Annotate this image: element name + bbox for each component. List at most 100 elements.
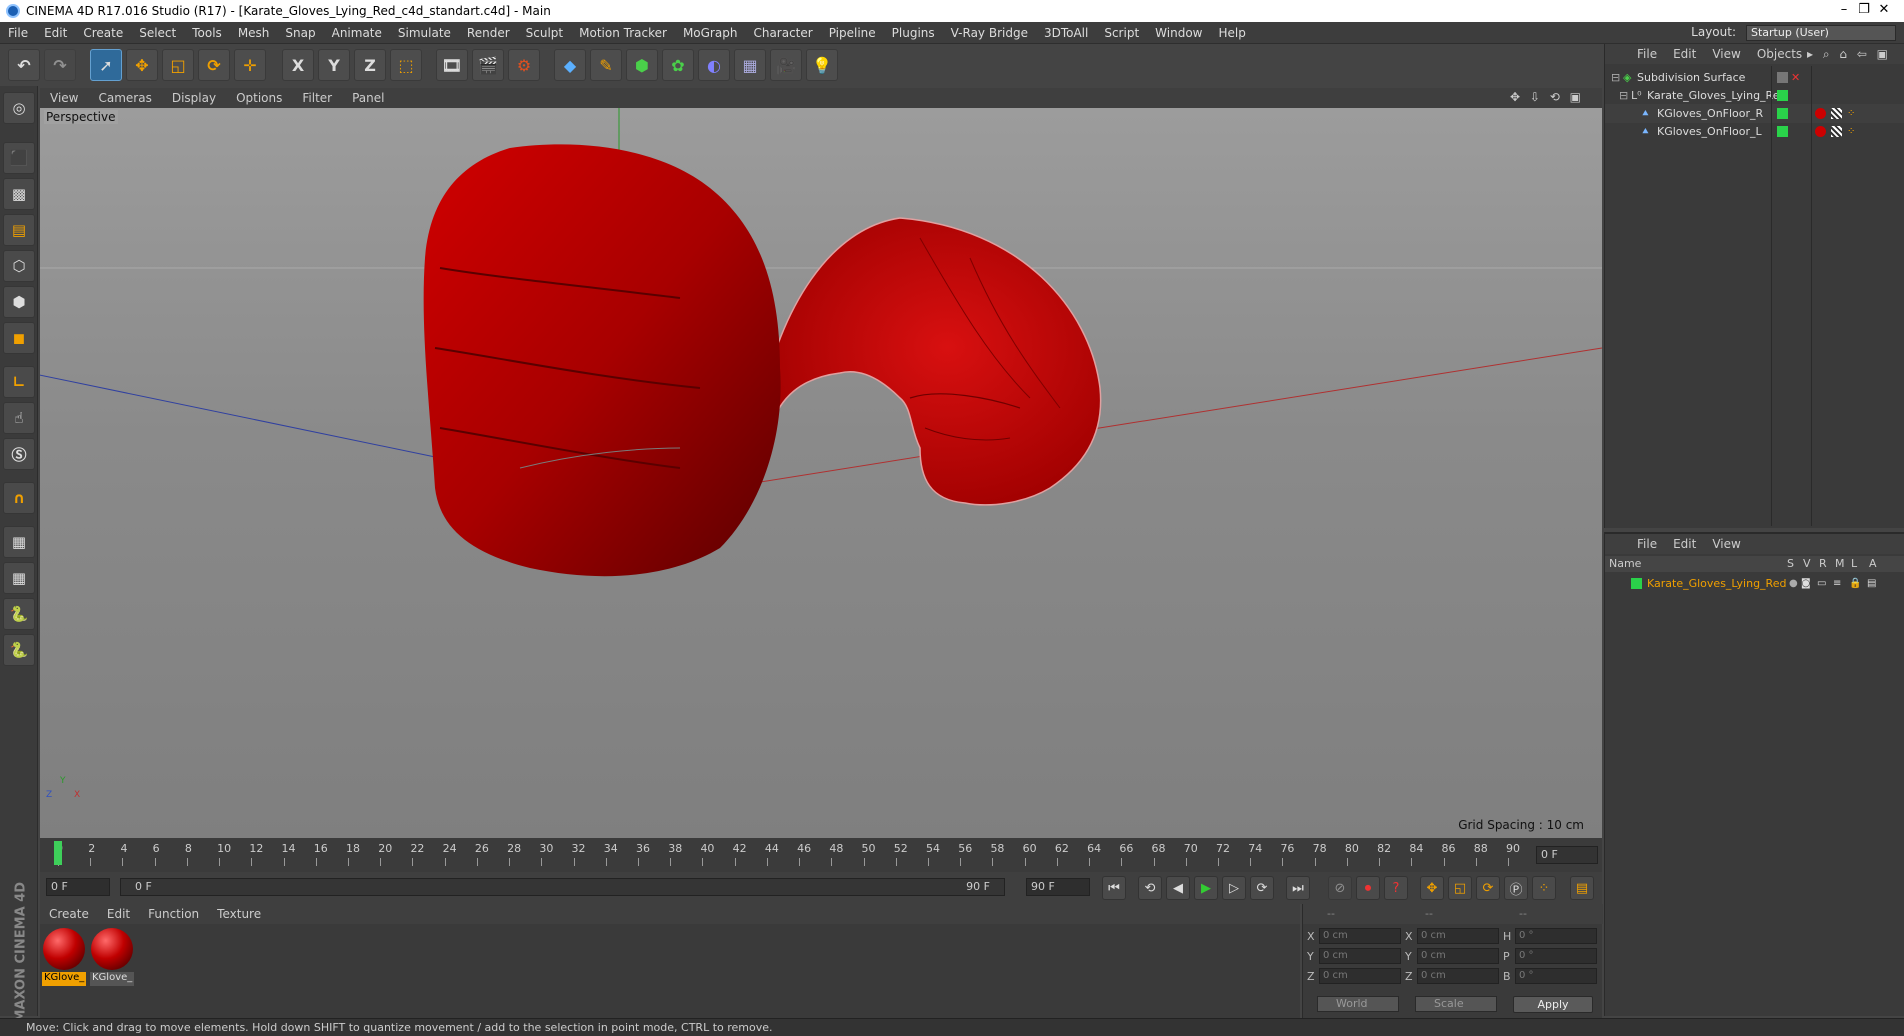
pos-y-field[interactable]: 0 cm xyxy=(1319,948,1401,964)
menu-render[interactable]: Render xyxy=(459,26,518,40)
light-icon[interactable]: 💡 xyxy=(806,49,838,81)
selection-tag-icon[interactable]: ⁘ xyxy=(1847,104,1855,123)
perspective-viewport[interactable]: Perspective Grid Spacing : 10 cm Y Z X xyxy=(40,108,1602,838)
start-frame-field[interactable]: 0 F xyxy=(46,878,110,896)
key-scale-icon[interactable]: ◱ xyxy=(1448,876,1472,900)
disabled-x-icon[interactable]: ✕ xyxy=(1791,68,1800,87)
material-menu-function[interactable]: Function xyxy=(139,907,208,921)
menu-vray-bridge[interactable]: V-Ray Bridge xyxy=(943,26,1036,40)
render-to-picture-viewer-icon[interactable]: 🎬 xyxy=(472,49,504,81)
undo-icon[interactable]: ↶ xyxy=(8,49,40,81)
menu-edit[interactable]: Edit xyxy=(36,26,75,40)
camera-icon[interactable]: 🎥 xyxy=(770,49,802,81)
size-x-field[interactable]: 0 cm xyxy=(1417,928,1499,944)
spline-pen-icon[interactable]: ✎ xyxy=(590,49,622,81)
points-mode-icon[interactable]: ⬡ xyxy=(3,250,35,282)
key-position-icon[interactable]: ✥ xyxy=(1420,876,1444,900)
layer-color-tag[interactable] xyxy=(1777,90,1788,101)
menu-plugins[interactable]: Plugins xyxy=(884,26,943,40)
z-axis-lock-button[interactable]: Z xyxy=(354,49,386,81)
size-z-field[interactable]: 0 cm xyxy=(1417,968,1499,984)
array-cloner-icon[interactable]: ✿ xyxy=(662,49,694,81)
viewport-menu-filter[interactable]: Filter xyxy=(292,91,342,105)
material-swatch[interactable]: KGlove_ xyxy=(42,928,86,988)
previous-frame-icon[interactable]: ◀ xyxy=(1166,876,1190,900)
menu-mesh[interactable]: Mesh xyxy=(230,26,278,40)
layout-dropdown[interactable]: Startup (User) xyxy=(1746,25,1896,41)
coordinate-space-dropdown[interactable]: World xyxy=(1317,996,1399,1012)
layer-color-tag[interactable] xyxy=(1777,126,1788,137)
move-tool-icon[interactable]: ✥ xyxy=(126,49,158,81)
edges-mode-icon[interactable]: ⬢ xyxy=(3,286,35,318)
rot-p-field[interactable]: 0 ° xyxy=(1515,948,1597,964)
y-axis-lock-button[interactable]: Y xyxy=(318,49,350,81)
model-mode-icon[interactable]: ⬛ xyxy=(3,142,35,174)
object-row[interactable]: ⯅ KGloves_OnFloor_L ⁘ xyxy=(1605,122,1904,141)
solo-dot-icon[interactable]: ● xyxy=(1789,574,1798,593)
polygons-mode-icon[interactable]: ◼ xyxy=(3,322,35,354)
menu-script[interactable]: Script xyxy=(1096,26,1147,40)
menu-window[interactable]: Window xyxy=(1147,26,1210,40)
layer-row[interactable]: Karate_Gloves_Lying_Red ● ◙ ▭ ≡ 🔒 ▤ xyxy=(1605,574,1904,593)
size-y-field[interactable]: 0 cm xyxy=(1417,948,1499,964)
deformer-icon[interactable]: ◐ xyxy=(698,49,730,81)
menu-pipeline[interactable]: Pipeline xyxy=(821,26,884,40)
material-tag-icon[interactable] xyxy=(1815,126,1826,137)
locked-workplane-icon[interactable]: ▦ xyxy=(3,562,35,594)
menu-tools[interactable]: Tools xyxy=(184,26,230,40)
viewport-menu-display[interactable]: Display xyxy=(162,91,226,105)
object-row[interactable]: ⊟ L⁰ Karate_Gloves_Lying_Re xyxy=(1605,86,1904,105)
x-axis-lock-button[interactable]: X xyxy=(282,49,314,81)
render-settings-icon[interactable]: ⚙ xyxy=(508,49,540,81)
workplane-mode-icon[interactable]: ▤ xyxy=(3,214,35,246)
redo-icon[interactable]: ↷ xyxy=(44,49,76,81)
uvw-tag-icon[interactable] xyxy=(1831,126,1842,137)
next-frame-icon[interactable]: ▷ xyxy=(1222,876,1246,900)
keyframe-selection-icon[interactable]: ? xyxy=(1384,876,1408,900)
object-row[interactable]: ⊟ ◈ Subdivision Surface ✕ xyxy=(1605,68,1904,87)
viewport-menu-cameras[interactable]: Cameras xyxy=(88,91,161,105)
menu-sculpt[interactable]: Sculpt xyxy=(518,26,571,40)
material-tag-icon[interactable] xyxy=(1815,108,1826,119)
axis-mode-icon[interactable]: ∟ xyxy=(3,366,35,398)
viewport-menu-options[interactable]: Options xyxy=(226,91,292,105)
texture-mode-icon[interactable]: ▩ xyxy=(3,178,35,210)
visibility-check-icon[interactable] xyxy=(1777,72,1788,83)
layer-color-tag[interactable] xyxy=(1777,108,1788,119)
workplane-grid-icon[interactable]: ▦ xyxy=(3,526,35,558)
material-swatch[interactable]: KGlove_ xyxy=(90,928,134,988)
menu-create[interactable]: Create xyxy=(75,26,131,40)
material-menu-texture[interactable]: Texture xyxy=(208,907,270,921)
timeline-ruler[interactable]: 0246810121416182022242628303234363840424… xyxy=(40,838,1602,872)
render-icon[interactable]: ▭ xyxy=(1817,574,1826,593)
menu-motion-tracker[interactable]: Motion Tracker xyxy=(571,26,675,40)
floor-scene-icon[interactable]: ▦ xyxy=(734,49,766,81)
current-frame-field[interactable]: 0 F xyxy=(1536,846,1598,864)
autokey-icon[interactable]: ⏺ xyxy=(1356,876,1380,900)
pos-x-field[interactable]: 0 cm xyxy=(1319,928,1401,944)
frame-range-slider[interactable]: 0 F 90 F xyxy=(120,878,1005,896)
menu-character[interactable]: Character xyxy=(745,26,820,40)
object-menu-file[interactable]: File xyxy=(1629,47,1665,61)
pos-z-field[interactable]: 0 cm xyxy=(1319,968,1401,984)
key-rotation-icon[interactable]: ⟳ xyxy=(1476,876,1500,900)
uvw-tag-icon[interactable] xyxy=(1831,108,1842,119)
python-console-icon[interactable]: 🐍 xyxy=(3,634,35,666)
render-view-icon[interactable]: 🎞 xyxy=(436,49,468,81)
next-key-icon[interactable]: ⟳ xyxy=(1250,876,1274,900)
tweak-mode-icon[interactable]: ☝ xyxy=(3,402,35,434)
selection-tag-icon[interactable]: ⁘ xyxy=(1847,122,1855,141)
layer-menu-view[interactable]: View xyxy=(1704,537,1748,551)
transform-mode-dropdown[interactable]: Scale xyxy=(1415,996,1497,1012)
solo-mode-icon[interactable]: Ⓢ xyxy=(3,438,35,470)
cube-primitive-icon[interactable]: ◆ xyxy=(554,49,586,81)
python-script-icon[interactable]: 🐍 xyxy=(3,598,35,630)
go-to-start-icon[interactable]: ⏮ xyxy=(1102,876,1126,900)
viewport-menu-panel[interactable]: Panel xyxy=(342,91,394,105)
menu-animate[interactable]: Animate xyxy=(324,26,390,40)
menu-help[interactable]: Help xyxy=(1210,26,1253,40)
coordinate-system-icon[interactable]: ⬚ xyxy=(390,49,422,81)
lock-icon[interactable]: 🔒 xyxy=(1849,574,1861,593)
viewport-nav-icons[interactable]: ✥ ⇩ ⟲ ▣ xyxy=(1500,90,1594,104)
timeline-window-icon[interactable]: ▤ xyxy=(1570,876,1594,900)
